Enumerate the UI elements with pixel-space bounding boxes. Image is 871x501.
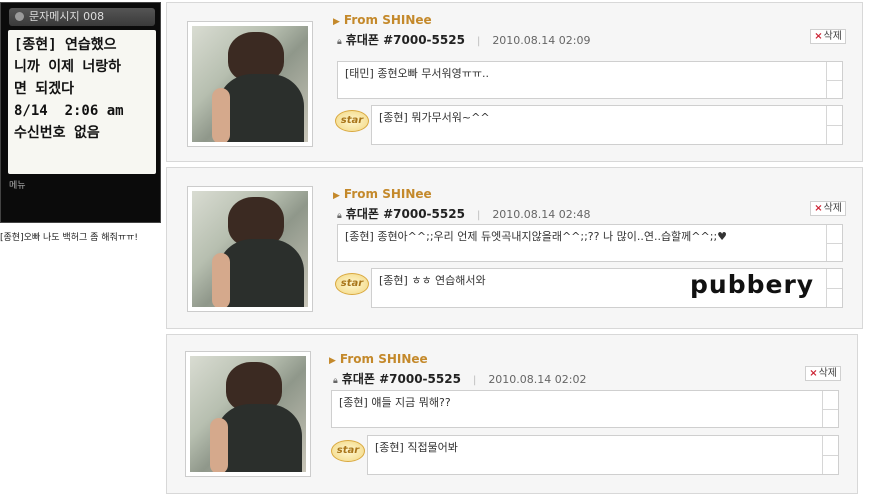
phone-line: 니까 이제 너랑하	[14, 59, 122, 75]
scrollbar[interactable]	[826, 62, 842, 98]
message-text: [태민] 종현오빠 무서워영ㅠㅠ..	[345, 67, 490, 80]
scrollbar[interactable]	[826, 225, 842, 261]
sender-info: 🔒︎ 휴대폰 #7000-5525 | 2010.08.14 02:48	[337, 207, 591, 221]
phone-message-text: [종현] 연습했으 니까 이제 너랑하 면 되겠다 8/14 2:06 am 수…	[8, 30, 156, 174]
profile-photo	[187, 21, 313, 147]
sender-info: 🔒︎ 휴대폰 #7000-5525 | 2010.08.14 02:09	[337, 33, 591, 47]
phone-menu-label: 메뉴	[9, 181, 26, 191]
sender-number: 휴대폰 #7000-5525	[345, 207, 465, 221]
watermark-text: pubbery	[690, 270, 815, 299]
from-label: ▶ From SHINee	[329, 352, 428, 366]
lock-icon: 🔒︎	[333, 376, 338, 386]
reply-box[interactable]: [종현] 뭐가무서워~^^	[371, 105, 843, 145]
delete-button[interactable]: ×삭제	[805, 366, 841, 381]
scrollbar[interactable]	[822, 436, 838, 474]
scrollbar[interactable]	[826, 269, 842, 307]
phone-title-bar: 문자메시지 008	[9, 8, 155, 26]
sender-number: 휴대폰 #7000-5525	[341, 372, 461, 386]
reply-text: [종현] 뭐가무서워~^^	[379, 111, 490, 124]
post-date: 2010.08.14 02:09	[492, 34, 591, 47]
message-post: ▶ From SHINee 🔒︎ 휴대폰 #7000-5525 | 2010.08.14…	[166, 334, 858, 494]
star-icon: star	[331, 440, 365, 462]
from-label: ▶ From SHINee	[333, 187, 432, 201]
scrollbar[interactable]	[826, 106, 842, 144]
post-date: 2010.08.14 02:02	[488, 373, 587, 386]
sender-number: 휴대폰 #7000-5525	[345, 33, 465, 47]
message-box[interactable]: [종현] 종현아^^;;우리 언제 듀엣곡내지않을래^^;;?? 나 많이..연…	[337, 224, 843, 262]
from-label: ▶ From SHINee	[333, 13, 432, 27]
reply-box[interactable]: [종현] 직접물어봐	[367, 435, 839, 475]
star-icon: star	[335, 110, 369, 132]
close-icon: ×	[814, 203, 823, 214]
phone-title: 문자메시지 008	[29, 10, 105, 23]
arrow-icon: ▶	[333, 17, 340, 27]
phone-line: 면 되겠다	[14, 81, 74, 97]
reply-text: [종현] 직접물어봐	[375, 441, 458, 454]
phone-line: [종현] 연습했으	[14, 37, 117, 53]
phone-caption: [종현]오빠 나도 백허그 좀 해줘ㅠㅠ!	[0, 233, 138, 243]
phone-line: 8/14 2:06 am	[14, 103, 124, 119]
profile-photo	[187, 186, 313, 312]
profile-photo	[185, 351, 311, 477]
arrow-icon: ▶	[329, 356, 336, 366]
sender-info: 🔒︎ 휴대폰 #7000-5525 | 2010.08.14 02:02	[333, 372, 587, 386]
message-post: ▶ From SHINee 🔒︎ 휴대폰 #7000-5525 | 2010.08.14…	[166, 167, 863, 329]
post-date: 2010.08.14 02:48	[492, 208, 591, 221]
scrollbar[interactable]	[822, 391, 838, 427]
reply-text: [종현] ㅎㅎ 연습해서와	[379, 274, 486, 287]
phone-screenshot: 문자메시지 008 [종현] 연습했으 니까 이제 너랑하 면 되겠다 8/14…	[0, 2, 161, 223]
message-text: [종현] 종현아^^;;우리 언제 듀엣곡내지않을래^^;;?? 나 많이..연…	[345, 230, 728, 243]
close-icon: ×	[809, 368, 818, 379]
lock-icon: 🔒︎	[337, 211, 342, 221]
delete-button[interactable]: ×삭제	[810, 201, 846, 216]
close-icon: ×	[814, 31, 823, 42]
delete-button[interactable]: ×삭제	[810, 29, 846, 44]
star-icon: star	[335, 273, 369, 295]
message-post: ▶ From SHINee 🔒︎ 휴대폰 #7000-5525 | 2010.08.14…	[166, 2, 863, 162]
arrow-icon: ▶	[333, 191, 340, 201]
message-text: [종현] 얘들 지금 뭐해??	[339, 396, 451, 409]
phone-line: 수신번호 없음	[14, 125, 100, 141]
message-box[interactable]: [태민] 종현오빠 무서워영ㅠㅠ..	[337, 61, 843, 99]
lock-icon: 🔒︎	[337, 37, 342, 47]
message-icon	[15, 12, 24, 21]
message-box[interactable]: [종현] 얘들 지금 뭐해??	[331, 390, 839, 428]
